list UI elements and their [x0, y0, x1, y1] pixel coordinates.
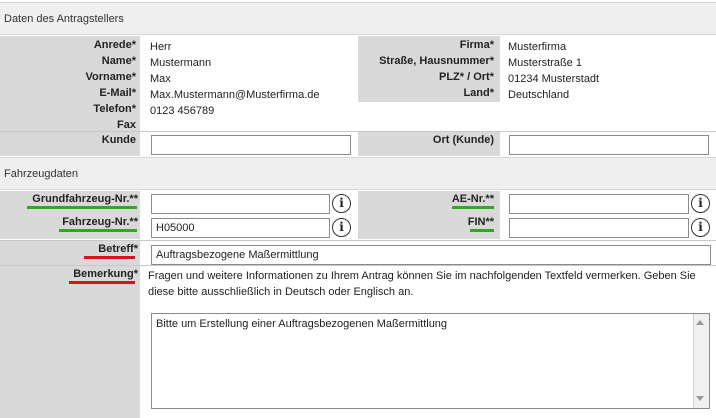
scroll-down-icon[interactable] — [696, 396, 704, 401]
bemerkung-hint: Fragen und weitere Informationen zu Ihre… — [148, 270, 696, 298]
required-underline — [470, 229, 494, 232]
fin-input[interactable] — [509, 218, 689, 238]
kunde-input[interactable] — [151, 135, 351, 155]
label-firma: Firma* — [459, 39, 494, 51]
info-icon[interactable]: i — [332, 194, 351, 213]
grundfahrzeug-input[interactable] — [151, 194, 330, 214]
label-land: Land* — [463, 87, 494, 99]
label-ae: AE-Nr.** — [451, 193, 494, 205]
value-land: Deutschland — [508, 89, 570, 101]
required-underline — [59, 229, 137, 232]
section-applicant-header: Daten des Antragstellers — [0, 2, 716, 35]
value-anrede: Herr — [150, 41, 172, 53]
label-ort-kunde: Ort (Kunde) — [432, 134, 494, 146]
label-bemerkung: Bemerkung* — [73, 268, 138, 280]
required-underline — [84, 256, 135, 259]
value-name: Mustermann — [150, 57, 212, 69]
bemerkung-textarea[interactable]: Bitte um Erstellung einer Auftragsbezoge… — [151, 313, 710, 409]
required-underline — [27, 206, 137, 209]
value-strasse: Musterstraße 1 — [508, 57, 582, 69]
value-vorname: Max — [150, 73, 171, 85]
label-vorname: Vorname* — [85, 71, 136, 83]
value-telefon: 0123 456789 — [150, 105, 215, 117]
section-applicant-title: Daten des Antragstellers — [4, 12, 124, 25]
label-kunde: Kunde — [101, 134, 136, 146]
value-plz-ort: 01234 Musterstadt — [508, 73, 600, 85]
info-icon[interactable]: i — [332, 218, 351, 237]
textarea-scrollbar[interactable] — [693, 314, 709, 408]
info-icon[interactable]: i — [691, 218, 710, 237]
label-telefon: Telefon* — [93, 103, 136, 115]
label-fax: Fax — [117, 119, 136, 131]
label-fahrzeug: Fahrzeug-Nr.** — [62, 216, 138, 228]
label-anrede: Anrede* — [93, 39, 136, 51]
label-strasse: Straße, Hausnummer* — [379, 55, 494, 67]
label-name: Name* — [101, 55, 136, 67]
label-email: E-Mail* — [99, 87, 136, 99]
info-icon[interactable]: i — [691, 194, 710, 213]
fahrzeug-input[interactable] — [151, 218, 330, 238]
ort-kunde-input[interactable] — [509, 135, 709, 155]
label-fin: FIN** — [467, 216, 494, 228]
betreff-input[interactable] — [151, 245, 711, 265]
required-underline — [69, 281, 135, 284]
label-grundfahrzeug: Grundfahrzeug-Nr.** — [32, 193, 138, 205]
label-plz-ort: PLZ* / Ort* — [438, 71, 494, 83]
scroll-up-icon[interactable] — [696, 320, 704, 325]
value-firma: Musterfirma — [508, 41, 567, 53]
value-email: Max.Mustermann@Musterfirma.de — [150, 89, 320, 101]
required-underline — [452, 206, 494, 209]
section-vehicle-title: Fahrzeugdaten — [4, 167, 78, 180]
bemerkung-label-bg — [0, 266, 140, 418]
label-betreff: Betreff* — [98, 243, 138, 255]
section-vehicle-header: Fahrzeugdaten — [0, 157, 716, 190]
ae-input[interactable] — [509, 194, 689, 214]
